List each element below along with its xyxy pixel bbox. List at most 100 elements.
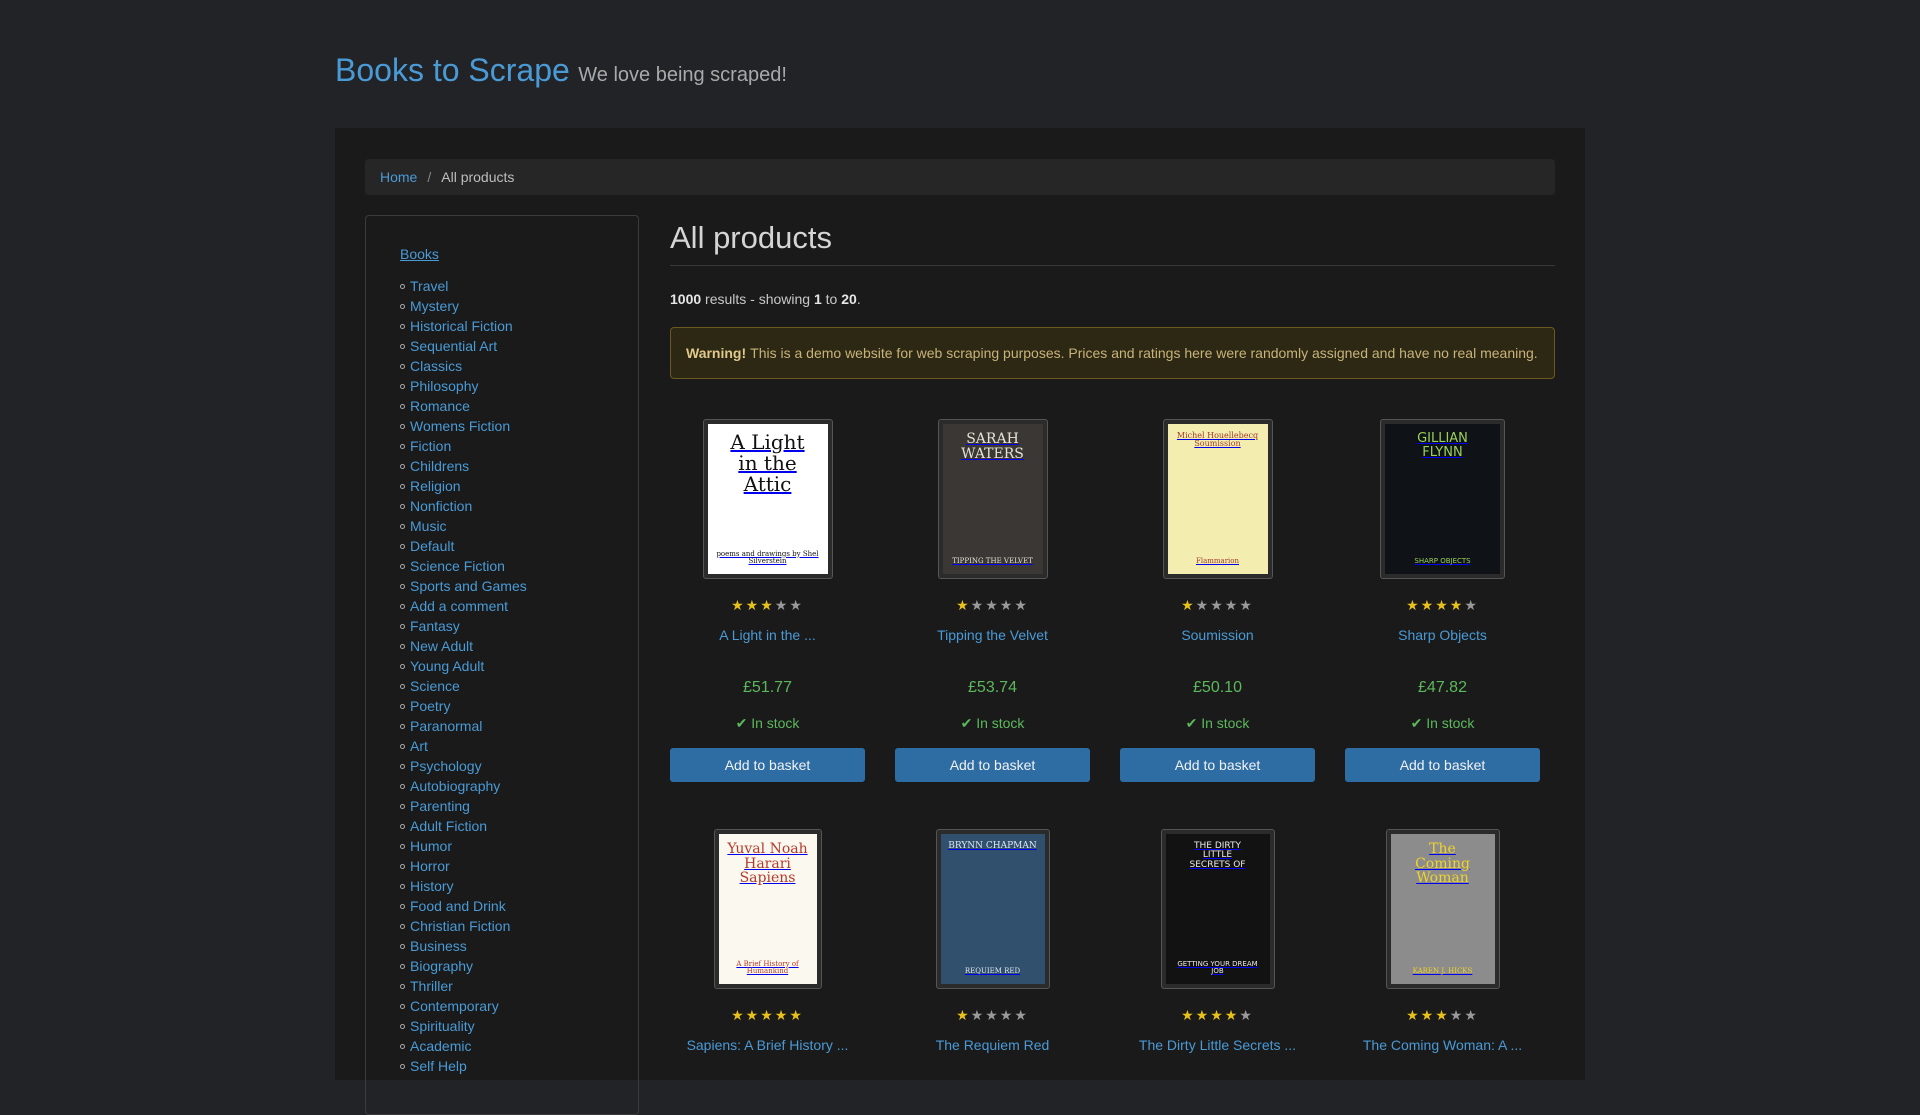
sidebar-category-link[interactable]: Self Help [410,1056,467,1076]
star-rating: ★★★★★ [1345,597,1540,615]
star-icon: ★ [760,1007,775,1023]
breadcrumb-home-link[interactable]: Home [380,169,417,185]
sidebar-category-link[interactable]: Science [410,676,460,696]
product-title-link[interactable]: Sharp Objects [1398,627,1487,643]
sidebar-category-link[interactable]: History [410,876,454,896]
star-icon: ★ [1014,1007,1029,1023]
product-thumbnail[interactable]: A Light in the Attic poems and drawings by … [702,419,833,579]
sidebar-category-item: Contemporary [400,996,638,1016]
product-title-link[interactable]: Soumission [1181,627,1253,643]
bullet-icon [400,563,405,569]
sidebar-category-item: Romance [400,396,638,416]
sidebar-category-link[interactable]: New Adult [410,636,473,656]
add-to-basket-button[interactable]: Add to basket [895,748,1090,782]
add-to-basket-button[interactable]: Add to basket [1345,748,1540,782]
add-to-basket-button[interactable]: Add to basket [1120,748,1315,782]
sidebar-category-link[interactable]: Sequential Art [410,336,497,356]
product-title-link[interactable]: Tipping the Velvet [937,627,1048,643]
category-sidebar: Books Travel Mystery Historical Fiction Seq… [365,215,639,1115]
breadcrumb-current: All products [441,169,515,185]
sidebar-category-link[interactable]: Music [410,516,447,536]
product-thumbnail[interactable]: THE DIRTY LITTLE SECRETS OF GETTING YOUR DR… [1160,829,1275,989]
product-title-link[interactable]: The Requiem Red [936,1037,1050,1053]
product-thumbnail[interactable]: BRYNN CHAPMAN REQUIEM RED [935,829,1050,989]
product-title-link[interactable]: The Coming Woman: A ... [1363,1037,1522,1053]
brand-link[interactable]: Books to Scrape [335,52,570,88]
cover-title-line: Coming [1415,855,1470,872]
star-icon: ★ [1239,1007,1254,1023]
sidebar-category-link[interactable]: Historical Fiction [410,316,513,336]
sidebar-category-link[interactable]: Psychology [410,756,482,776]
sidebar-category-link[interactable]: Paranormal [410,716,482,736]
sidebar-category-link[interactable]: Autobiography [410,776,500,796]
star-icon: ★ [1181,1007,1196,1023]
sidebar-category-link[interactable]: Add a comment [410,596,508,616]
star-icon: ★ [1464,1007,1479,1023]
product-thumbnail[interactable]: Yuval Noah Harari Sapiens A Brief History o… [713,829,822,989]
sidebar-category-link[interactable]: Thriller [410,976,453,996]
sidebar-category-link[interactable]: Parenting [410,796,470,816]
check-icon: ✔ [735,715,752,731]
check-icon: ✔ [1410,715,1427,731]
sidebar-category-link[interactable]: Art [410,736,428,756]
sidebar-category-link[interactable]: Humor [410,836,452,856]
star-icon: ★ [970,1007,986,1023]
sidebar-category-link[interactable]: Business [410,936,467,956]
results-summary: 1000 results - showing 1 to 20. [670,291,1555,307]
sidebar-category-link[interactable]: Horror [410,856,450,876]
bullet-icon [400,283,405,289]
product-thumbnail[interactable]: SARAH WATERS TIPPING THE VELVET [937,419,1048,579]
bullet-icon [400,703,405,709]
product-price: £50.10 [1193,679,1242,696]
stock-status: ✔ In stock [1120,715,1315,732]
sidebar-category-link[interactable]: Poetry [410,696,450,716]
sidebar-category-link[interactable]: Travel [410,276,448,296]
cover-title-line: Attic [743,472,792,496]
bullet-icon [400,923,405,929]
product-title-link[interactable]: Sapiens: A Brief History ... [687,1037,849,1053]
cover-subtitle: A Brief History of Humankind [736,959,799,976]
star-icon: ★ [1210,597,1225,613]
product-title-link[interactable]: A Light in the ... [719,627,816,643]
product-thumbnail[interactable]: Michel Houellebecq Soumission Flammarion [1162,419,1273,579]
sidebar-category-link[interactable]: Contemporary [410,996,499,1016]
sidebar-category-link[interactable]: Science Fiction [410,556,505,576]
product-card: SARAH WATERS TIPPING THE VELVET ★★★★★ Tippin… [895,419,1090,782]
sidebar-category-link[interactable]: Romance [410,396,470,416]
sidebar-category-link[interactable]: Sports and Games [410,576,527,596]
sidebar-category-link[interactable]: Adult Fiction [410,816,487,836]
product-thumbnail[interactable]: The Coming Woman KAREN J. HICKS [1385,829,1500,989]
sidebar-category-link[interactable]: Classics [410,356,462,376]
sidebar-category-link[interactable]: Christian Fiction [410,916,510,936]
sidebar-category-link[interactable]: Academic [410,1036,471,1056]
sidebar-category-link[interactable]: Mystery [410,296,459,316]
sidebar-category-link[interactable]: Religion [410,476,461,496]
sidebar-category-item: Religion [400,476,638,496]
sidebar-category-item: New Adult [400,636,638,656]
star-icon: ★ [1420,1007,1436,1023]
bullet-icon [400,803,405,809]
add-to-basket-button[interactable]: Add to basket [670,748,865,782]
product-title-link[interactable]: The Dirty Little Secrets ... [1139,1037,1296,1053]
product-thumbnail[interactable]: GILLIAN FLYNN SHARP OBJECTS [1380,419,1505,579]
sidebar-books-link[interactable]: Books [400,246,638,262]
bullet-icon [400,763,405,769]
sidebar-category-link[interactable]: Young Adult [410,656,484,676]
sidebar-category-link[interactable]: Womens Fiction [410,416,510,436]
sidebar-category-item: Default [400,536,638,556]
results-end: . [856,291,861,307]
star-icon: ★ [999,1007,1015,1023]
sidebar-category-link[interactable]: Fantasy [410,616,460,636]
sidebar-category-link[interactable]: Food and Drink [410,896,506,916]
cover-title-block: A Light in the Attic [713,432,823,495]
sidebar-category-link[interactable]: Fiction [410,436,451,456]
product-card: GILLIAN FLYNN SHARP OBJECTS ★★★★★ Sharp Obje… [1345,419,1540,782]
sidebar-category-link[interactable]: Default [410,536,454,556]
sidebar-category-link[interactable]: Philosophy [410,376,479,396]
sidebar-category-item: Mystery [400,296,638,316]
sidebar-category-link[interactable]: Spirituality [410,1016,475,1036]
sidebar-category-link[interactable]: Childrens [410,456,469,476]
sidebar-category-link[interactable]: Biography [410,956,473,976]
sidebar-category-link[interactable]: Nonfiction [410,496,472,516]
star-icon: ★ [789,1007,804,1023]
